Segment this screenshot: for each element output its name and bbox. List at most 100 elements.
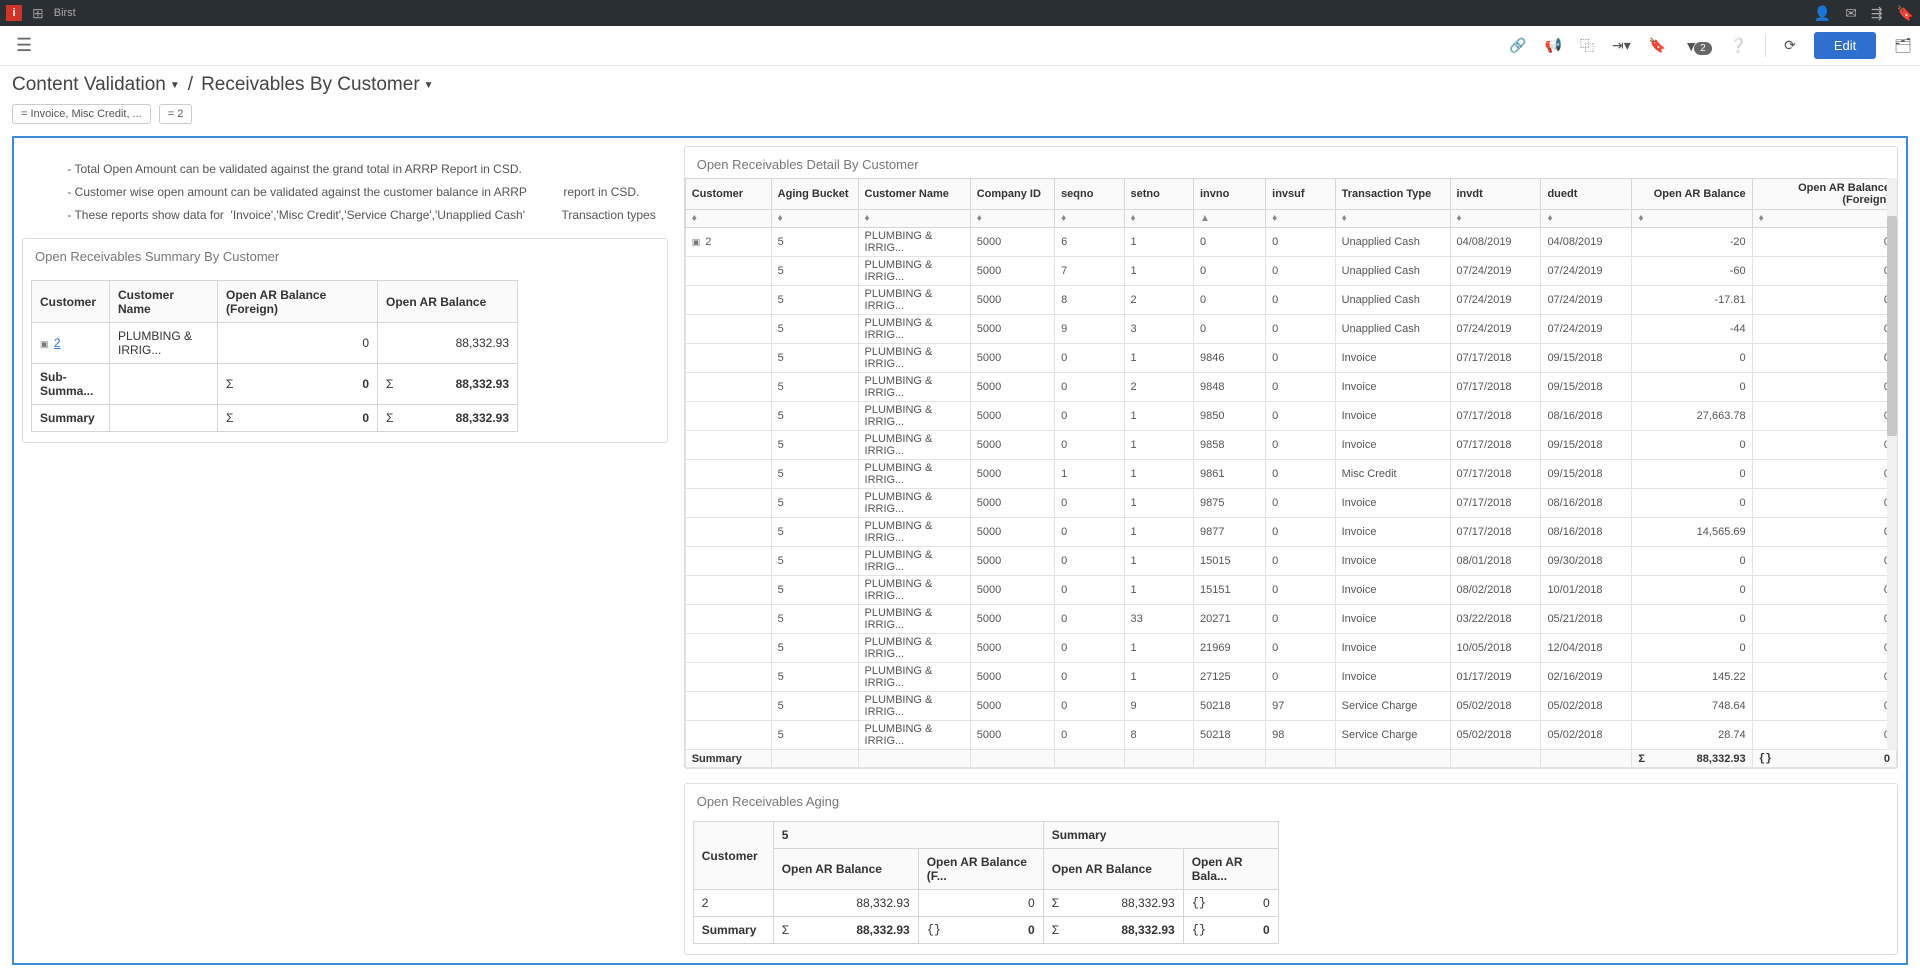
cell-cname: PLUMBING & IRRIG...: [858, 489, 970, 518]
sort-fbal[interactable]: ♦: [1752, 210, 1896, 228]
cell-cust: [685, 576, 771, 605]
sigma-icon: Σ: [226, 377, 233, 391]
cell-seq: 8: [1055, 286, 1124, 315]
dcol-invsuf[interactable]: invsuf: [1266, 179, 1335, 210]
hamburger-menu-icon[interactable]: ☰: [8, 31, 40, 60]
detail-row: 5PLUMBING & IRRIG...500001271250Invoice0…: [685, 663, 1896, 692]
breadcrumb-item-1[interactable]: Content Validation ▼: [12, 74, 180, 96]
sort-aging[interactable]: ♦: [771, 210, 858, 228]
cell-comp: 5000: [970, 489, 1054, 518]
cell-duedt: 08/16/2018: [1541, 489, 1632, 518]
expand-toggle-icon[interactable]: ▣: [40, 340, 49, 350]
cell-invdt: 04/08/2019: [1450, 228, 1541, 257]
col-foreign-balance[interactable]: Open AR Balance (Foreign): [218, 281, 378, 323]
acol-group-5[interactable]: 5: [773, 822, 1043, 849]
edit-button[interactable]: Edit: [1814, 32, 1876, 59]
sigma-icon: Σ: [1638, 753, 1645, 765]
col-customer-name[interactable]: Customer Name: [110, 281, 218, 323]
dcol-invno[interactable]: invno: [1194, 179, 1266, 210]
col-customer[interactable]: Customer: [32, 281, 110, 323]
cell-inv: 27125: [1194, 663, 1266, 692]
detail-scrollbar[interactable]: [1887, 178, 1897, 750]
infor-logo-icon[interactable]: i: [6, 5, 22, 21]
sort-set[interactable]: ♦: [1124, 210, 1193, 228]
dcol-duedt[interactable]: duedt: [1541, 179, 1632, 210]
dcol-seqno[interactable]: seqno: [1055, 179, 1124, 210]
filter-chip-1[interactable]: = Invoice, Misc Credit, ...: [12, 104, 151, 124]
dcol-company[interactable]: Company ID: [970, 179, 1054, 210]
filter-icon-wrap[interactable]: ▼2: [1684, 38, 1711, 54]
cell-set: 1: [1124, 228, 1193, 257]
sort-suf[interactable]: ♦: [1266, 210, 1335, 228]
user-icon[interactable]: 👤: [1814, 5, 1831, 22]
link-icon[interactable]: 🔗: [1509, 37, 1526, 54]
sort-duedt[interactable]: ♦: [1541, 210, 1632, 228]
cell-type: Invoice: [1335, 605, 1450, 634]
summary-totals-row: Summary Σ0 Σ88,332.93: [32, 405, 518, 432]
scrollbar-thumb[interactable]: [1887, 216, 1897, 436]
sort-comp[interactable]: ♦: [970, 210, 1054, 228]
cell-suf: 0: [1266, 518, 1335, 547]
breadcrumb-item-2[interactable]: Receivables By Customer ▼: [201, 74, 434, 96]
share-icon[interactable]: ⇶: [1871, 5, 1883, 22]
aging-balS: 88,332.93: [1121, 896, 1174, 910]
dcol-aging[interactable]: Aging Bucket: [771, 179, 858, 210]
filter-chip-2[interactable]: = 2: [159, 104, 193, 124]
customer-link[interactable]: 2: [54, 336, 61, 350]
dcol-cname[interactable]: Customer Name: [858, 179, 970, 210]
cell-cname: PLUMBING & IRRIG...: [858, 315, 970, 344]
help-icon[interactable]: ❔: [1730, 37, 1747, 54]
col-balance[interactable]: Open AR Balance: [378, 281, 518, 323]
apps-grid-icon[interactable]: ⊞: [32, 5, 44, 22]
detail-row: 5PLUMBING & IRRIG...50007100Unapplied Ca…: [685, 257, 1896, 286]
acol-group-summary[interactable]: Summary: [1043, 822, 1278, 849]
cell-cust: [685, 547, 771, 576]
files-icon[interactable]: 🗂: [1894, 37, 1912, 54]
acol-fbalS[interactable]: Open AR Bala...: [1183, 849, 1278, 890]
sort-cname[interactable]: ♦: [858, 210, 970, 228]
sort-bal[interactable]: ♦: [1632, 210, 1752, 228]
cell-cust: [685, 663, 771, 692]
sort-inv-asc[interactable]: ▲: [1194, 210, 1266, 228]
sort-cust[interactable]: ♦: [685, 210, 771, 228]
acol-fbal5[interactable]: Open AR Balance (F...: [918, 849, 1043, 890]
dcol-balance[interactable]: Open AR Balance: [1632, 179, 1752, 210]
cell-comp: 5000: [970, 518, 1054, 547]
dcol-invdt[interactable]: invdt: [1450, 179, 1541, 210]
dcol-customer[interactable]: Customer: [685, 179, 771, 210]
cell-fbal: 0: [1752, 344, 1896, 373]
toolbar: ☰ 🔗 📢 ⿻ ⇥▾ 🔖 ▼2 ❔ ⟳ Edit 🗂: [0, 26, 1920, 66]
copy-icon[interactable]: ⿻: [1580, 36, 1594, 56]
aging-sum-bal5: 88,332.93: [856, 923, 909, 937]
note-line-1: - Total Open Amount can be validated aga…: [34, 158, 656, 181]
cell-bal: 0: [1632, 576, 1752, 605]
cell-bal: 748.64: [1632, 692, 1752, 721]
cell-bal: 0: [1632, 605, 1752, 634]
cell-set: 1: [1124, 431, 1193, 460]
dcol-fbalance[interactable]: Open AR Balance (Foreign): [1752, 179, 1896, 210]
refresh-icon[interactable]: ⟳: [1784, 37, 1796, 54]
cell-cust: [685, 518, 771, 547]
expand-toggle-icon[interactable]: ▣: [692, 238, 701, 248]
dcol-setno[interactable]: setno: [1124, 179, 1193, 210]
mail-icon[interactable]: ✉: [1845, 5, 1857, 22]
cell-aging: 5: [771, 460, 858, 489]
bookmark-toolbar-icon[interactable]: 🔖: [1649, 37, 1666, 54]
cell-duedt: 07/24/2019: [1541, 257, 1632, 286]
acol-customer[interactable]: Customer: [693, 822, 773, 890]
bookmark-icon[interactable]: 🔖: [1897, 5, 1914, 22]
sort-seq[interactable]: ♦: [1055, 210, 1124, 228]
cell-comp: 5000: [970, 721, 1054, 750]
acol-balS[interactable]: Open AR Balance: [1043, 849, 1183, 890]
sort-invdt[interactable]: ♦: [1450, 210, 1541, 228]
acol-bal5[interactable]: Open AR Balance: [773, 849, 918, 890]
sort-type[interactable]: ♦: [1335, 210, 1450, 228]
announce-icon[interactable]: 📢: [1545, 37, 1562, 54]
export-icon[interactable]: ⇥▾: [1612, 37, 1631, 54]
cell-cust: [685, 402, 771, 431]
sigma-icon: Σ: [782, 923, 789, 937]
cell-duedt: 09/15/2018: [1541, 431, 1632, 460]
cell-comp: 5000: [970, 228, 1054, 257]
cell-bal: -60: [1632, 257, 1752, 286]
dcol-type[interactable]: Transaction Type: [1335, 179, 1450, 210]
